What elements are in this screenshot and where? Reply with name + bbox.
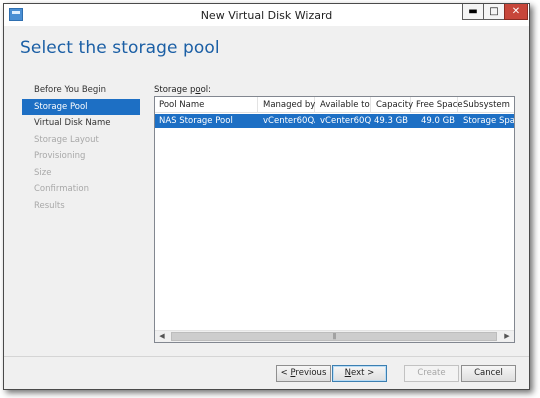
step-size: Size bbox=[34, 167, 52, 178]
window-title: New Virtual Disk Wizard bbox=[200, 9, 333, 22]
table-row-selected[interactable]: NAS Storage Pool vCenter60QA vCenter60QA… bbox=[155, 114, 515, 128]
column-header-pool-name[interactable]: Pool Name bbox=[155, 97, 258, 113]
wizard-steps: Before You Begin Storage Pool Virtual Di… bbox=[22, 82, 140, 214]
step-results: Results bbox=[34, 200, 65, 211]
scrollbar-thumb[interactable]: ||| bbox=[171, 332, 497, 341]
scroll-left-icon[interactable]: ◀ bbox=[155, 331, 169, 342]
step-virtual-disk-name[interactable]: Virtual Disk Name bbox=[22, 115, 140, 131]
horizontal-scrollbar[interactable]: ◀ ||| ▶ bbox=[155, 330, 514, 342]
cell-pool-name: NAS Storage Pool bbox=[159, 116, 233, 126]
storage-pool-label-prefix: Storage p bbox=[154, 85, 196, 95]
footer-divider bbox=[4, 356, 529, 357]
minimize-button[interactable]: ▬ bbox=[462, 4, 484, 20]
cell-available-to: vCenter60QA bbox=[320, 116, 371, 126]
next-button-suffix: ext > bbox=[351, 368, 375, 378]
cell-subsystem: Storage Spaces bbox=[463, 116, 515, 126]
cancel-button[interactable]: Cancel bbox=[461, 365, 516, 382]
column-header-capacity[interactable]: Capacity bbox=[372, 97, 413, 113]
maximize-button[interactable]: □ bbox=[483, 4, 505, 20]
table-header: Pool Name Managed by Available to Capaci… bbox=[155, 97, 514, 113]
scrollbar-grip-icon: ||| bbox=[332, 333, 336, 340]
step-storage-layout: Storage Layout bbox=[34, 134, 99, 145]
step-before-you-begin[interactable]: Before You Begin bbox=[22, 82, 140, 98]
step-provisioning: Provisioning bbox=[34, 151, 86, 161]
column-header-available-to[interactable]: Available to bbox=[316, 97, 371, 113]
step-storage-pool[interactable]: Storage Pool bbox=[22, 98, 140, 115]
previous-button-suffix: revious bbox=[295, 368, 327, 378]
previous-button[interactable]: < Previous bbox=[276, 365, 331, 382]
column-header-subsystem[interactable]: Subsystem bbox=[459, 97, 514, 113]
storage-pool-list[interactable]: Pool Name Managed by Available to Capaci… bbox=[154, 96, 515, 343]
step-confirmation: Confirmation bbox=[34, 184, 89, 194]
previous-button-prefix: < bbox=[280, 368, 291, 378]
cell-managed-by: vCenter60QA bbox=[263, 116, 315, 126]
create-button[interactable]: Create bbox=[404, 365, 459, 382]
column-header-free-space[interactable]: Free Space bbox=[412, 97, 463, 113]
cell-free-space: 49.0 GB bbox=[420, 116, 455, 126]
page-title: Select the storage pool bbox=[20, 38, 220, 58]
wizard-window: New Virtual Disk Wizard ▬ □ ✕ Select the… bbox=[3, 3, 530, 390]
next-button[interactable]: Next > bbox=[332, 365, 387, 382]
scroll-right-icon[interactable]: ▶ bbox=[500, 331, 514, 342]
storage-pool-label-suffix: ol: bbox=[200, 85, 211, 95]
close-button[interactable]: ✕ bbox=[504, 4, 528, 20]
cell-capacity: 49.3 GB bbox=[373, 116, 408, 126]
title-bar[interactable]: New Virtual Disk Wizard ▬ □ ✕ bbox=[4, 4, 529, 26]
column-header-managed-by[interactable]: Managed by bbox=[259, 97, 315, 113]
storage-pool-label: Storage pool: bbox=[154, 85, 211, 95]
